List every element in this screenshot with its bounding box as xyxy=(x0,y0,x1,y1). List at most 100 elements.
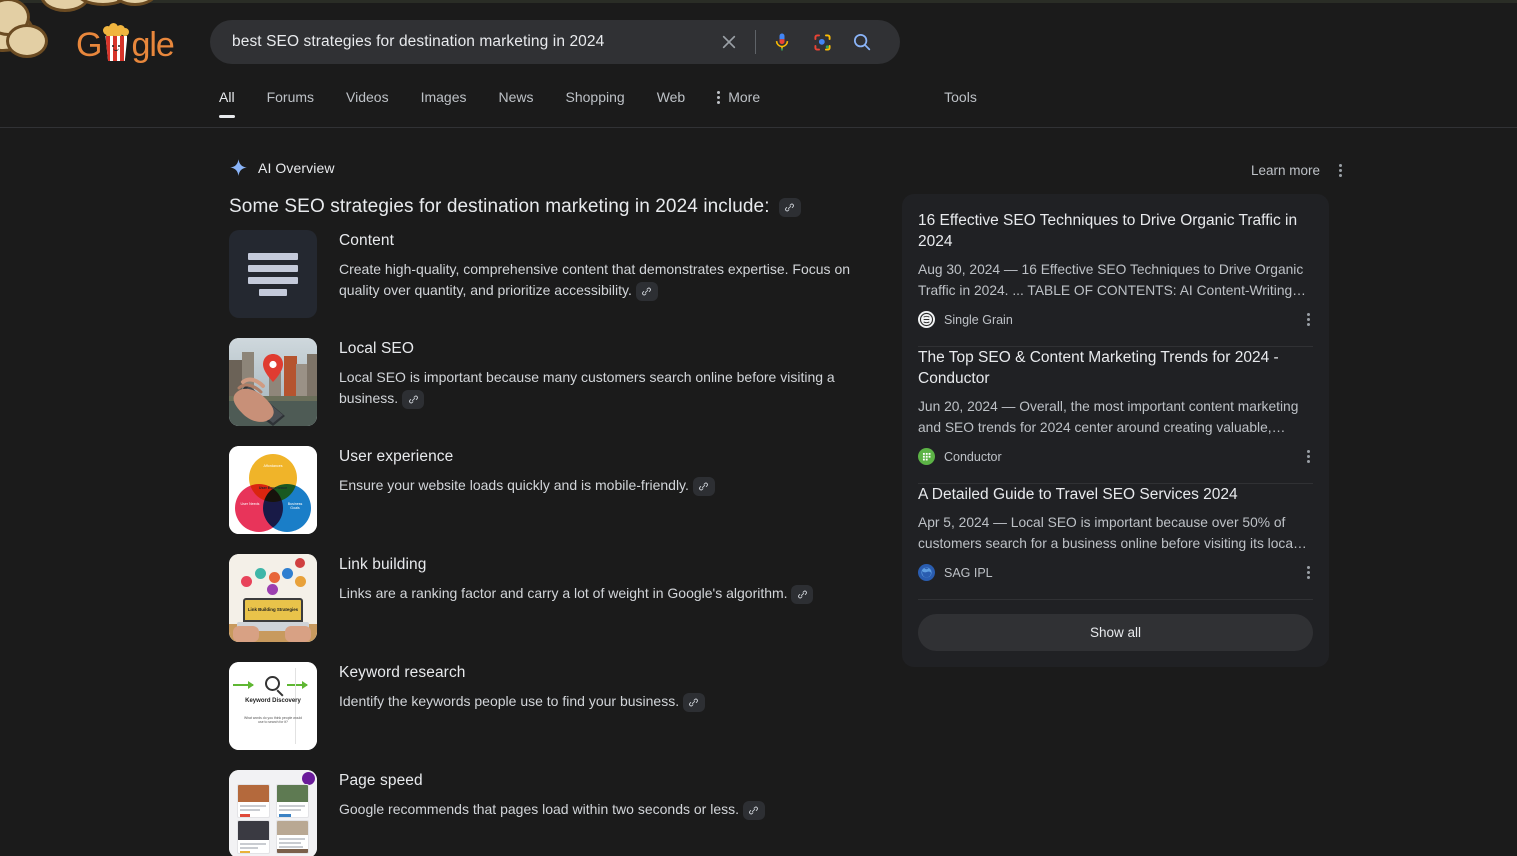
ai-item-desc: Ensure your website loads quickly and is… xyxy=(339,475,715,496)
ai-item-desc: Create high-quality, comprehensive conte… xyxy=(339,259,879,301)
popcorn-face xyxy=(110,45,122,54)
learn-more-link[interactable]: Learn more xyxy=(1251,163,1320,178)
kebab-menu-icon xyxy=(717,90,721,104)
tools-button[interactable]: Tools xyxy=(944,84,977,118)
ai-item-body: User experience Ensure your website load… xyxy=(339,446,715,534)
more-filters-button[interactable]: More xyxy=(717,84,760,118)
link-icon xyxy=(408,395,418,404)
ai-item-title: Page speed xyxy=(339,772,423,789)
ai-overview-title-text: Some SEO strategies for destination mark… xyxy=(229,196,770,217)
ai-overview-items: Content Create high-quality, comprehensi… xyxy=(229,230,879,856)
link-icon xyxy=(689,698,699,707)
sources-card: 16 Effective SEO Techniques to Drive Org… xyxy=(902,194,1329,667)
result-source-name: SAG IPL xyxy=(944,565,993,580)
result-options-button[interactable] xyxy=(1304,562,1313,583)
ai-item-title: Keyword research xyxy=(339,664,466,681)
result-source: SAG IPL xyxy=(918,564,993,581)
search-box-actions xyxy=(709,22,900,62)
ai-item-user-experience: Affordances User Needs Business Goals Us… xyxy=(229,446,879,534)
link-icon xyxy=(699,482,709,491)
result-source: Single Grain xyxy=(918,311,1013,328)
source-link-chip[interactable] xyxy=(791,584,814,604)
search-submit-button[interactable] xyxy=(842,22,882,62)
tab-videos[interactable]: Videos xyxy=(346,84,389,118)
tab-shopping[interactable]: Shopping xyxy=(566,84,625,118)
voice-search-icon[interactable] xyxy=(762,22,802,62)
ai-item-desc: Google recommends that pages load within… xyxy=(339,799,765,820)
laptop-screen: Link Building Strategies xyxy=(243,598,303,622)
tab-news[interactable]: News xyxy=(499,84,534,118)
clear-search-button[interactable] xyxy=(709,22,749,62)
mobile-pages-grid-thumbnail[interactable] xyxy=(229,770,317,856)
tab-images[interactable]: Images xyxy=(421,84,467,118)
google-lens-icon[interactable] xyxy=(802,22,842,62)
ai-item-desc-text: Identify the keywords people use to find… xyxy=(339,693,680,709)
ai-item-body: Keyword research Identify the keywords p… xyxy=(339,662,705,750)
result-options-button[interactable] xyxy=(1304,446,1313,467)
ai-item-content: Content Create high-quality, comprehensi… xyxy=(229,230,879,318)
result-title[interactable]: A Detailed Guide to Travel SEO Services … xyxy=(918,484,1313,505)
kebab-menu-icon xyxy=(1307,450,1310,463)
ai-item-title: Content xyxy=(339,232,394,249)
result-title[interactable]: 16 Effective SEO Techniques to Drive Org… xyxy=(918,210,1313,252)
laptop-link-building-thumbnail[interactable]: Link Building Strategies xyxy=(229,554,317,642)
popcorn-doodle[interactable]: G gle xyxy=(0,0,200,84)
ai-overview-label: AI Overview xyxy=(258,159,335,176)
google-logo[interactable]: G gle xyxy=(76,23,175,65)
result-footer: Conductor xyxy=(918,446,1313,467)
search-filters-nav: All Forums Videos Images News Shopping W… xyxy=(0,84,1517,128)
thumb-caption: Keyword Discovery xyxy=(245,698,301,704)
ai-overview-options-button[interactable] xyxy=(1336,160,1345,181)
logo-text-left: G xyxy=(76,26,102,64)
show-all-button[interactable]: Show all xyxy=(918,614,1313,651)
ai-item-title: Local SEO xyxy=(339,340,414,357)
source-link-chip[interactable] xyxy=(778,197,801,217)
ai-item-desc-text: Create high-quality, comprehensive conte… xyxy=(339,261,851,298)
keyword-discovery-thumbnail[interactable]: Keyword Discovery What words do you thin… xyxy=(229,662,317,750)
result-footer: SAG IPL xyxy=(918,562,1313,583)
result-snippet: Apr 5, 2024 — Local SEO is important bec… xyxy=(918,515,1307,551)
result-options-button[interactable] xyxy=(1304,309,1313,330)
venn-diagram: Affordances User Needs Business Goals Us… xyxy=(229,446,317,534)
kebab-menu-icon xyxy=(1307,566,1310,579)
source-result-3: A Detailed Guide to Travel SEO Services … xyxy=(918,484,1313,585)
keyword-discovery-illustration: Keyword Discovery What words do you thin… xyxy=(229,662,317,750)
search-results-page: G gle best SEO strategies for destinatio… xyxy=(0,0,1517,856)
ai-item-desc-text: Ensure your website loads quickly and is… xyxy=(339,477,689,493)
source-link-chip[interactable] xyxy=(742,800,765,820)
search-divider xyxy=(755,30,756,54)
ai-item-body: Link building Links are a ranking factor… xyxy=(339,554,814,642)
hand-right xyxy=(285,626,311,642)
ai-item-body: Local SEO Local SEO is important because… xyxy=(339,338,879,426)
popcorn-kernels xyxy=(103,23,130,38)
document-lines-thumbnail[interactable] xyxy=(229,230,317,318)
result-source-name: Single Grain xyxy=(944,312,1013,327)
ai-item-title: User experience xyxy=(339,448,454,465)
ai-item-body: Content Create high-quality, comprehensi… xyxy=(339,230,879,318)
hand-phone-map-pin-photo-thumbnail[interactable] xyxy=(229,338,317,426)
hand-left xyxy=(233,626,259,642)
venn-label-right: Business Goals xyxy=(287,502,303,511)
tab-forums[interactable]: Forums xyxy=(267,84,314,118)
ai-overview-header: AI Overview xyxy=(229,158,335,177)
header-bar: G gle xyxy=(0,0,1517,84)
search-input[interactable] xyxy=(210,33,709,51)
conductor-favicon xyxy=(918,448,935,465)
tab-all[interactable]: All xyxy=(219,84,235,118)
result-title[interactable]: The Top SEO & Content Marketing Trends f… xyxy=(918,347,1313,389)
link-icon xyxy=(798,590,807,599)
source-link-chip[interactable] xyxy=(692,476,715,496)
kebab-menu-icon xyxy=(1307,313,1310,326)
result-divider xyxy=(918,599,1313,600)
source-link-chip[interactable] xyxy=(682,692,705,712)
ai-item-title: Link building xyxy=(339,556,427,573)
source-link-chip[interactable] xyxy=(635,281,658,301)
search-box[interactable] xyxy=(210,20,900,64)
tab-web[interactable]: Web xyxy=(657,84,686,118)
result-footer: Single Grain xyxy=(918,309,1313,330)
venn-diagram-thumbnail[interactable]: Affordances User Needs Business Goals Us… xyxy=(229,446,317,534)
ai-overview-actions: Learn more xyxy=(1251,160,1345,181)
result-snippet: Jun 20, 2024 — Overall, the most importa… xyxy=(918,399,1299,435)
source-link-chip[interactable] xyxy=(402,389,425,409)
ai-item-body: Page speed Google recommends that pages … xyxy=(339,770,765,856)
